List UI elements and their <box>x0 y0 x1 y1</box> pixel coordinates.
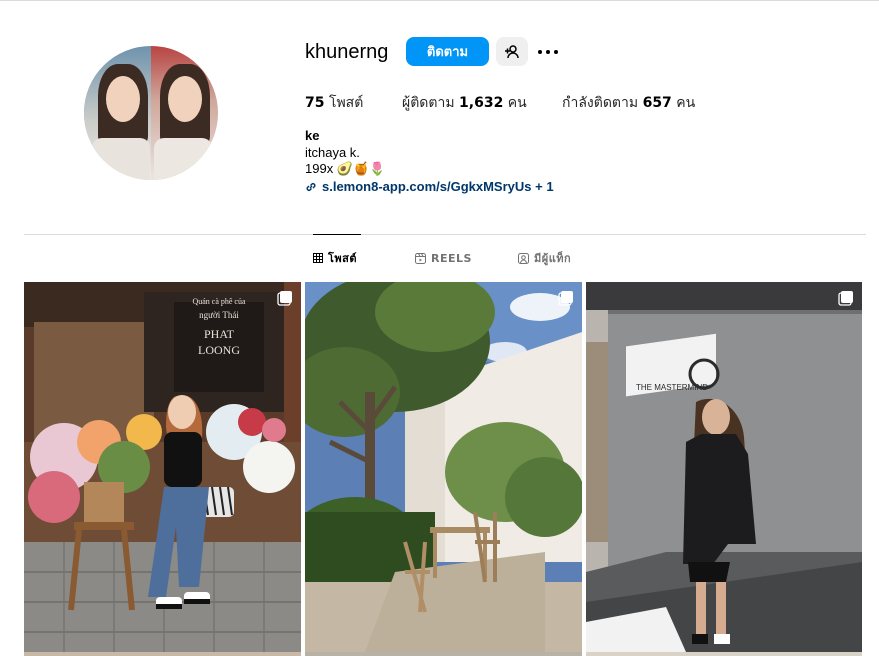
sign-line-3: PHAT <box>204 327 235 341</box>
link-icon <box>306 182 316 191</box>
posts-label: โพสต์ <box>328 95 364 111</box>
post-image-garden <box>305 282 582 652</box>
profile-avatar[interactable] <box>84 46 218 180</box>
tab-tagged[interactable]: มีผู้แท็ก <box>518 250 571 266</box>
following-count: 657 <box>642 95 672 111</box>
following-suffix: คน <box>676 95 696 111</box>
more-options-button[interactable] <box>536 40 560 64</box>
post-tile[interactable] <box>305 282 582 652</box>
grid-icon <box>313 253 323 263</box>
bio-name: ke <box>305 128 320 143</box>
tab-tagged-label: มีผู้แท็ก <box>534 252 572 265</box>
bio-line-2: 199x 🥑🍯🌷 <box>305 161 386 176</box>
profile-bio: ke itchaya k. 199x 🥑🍯🌷 s.lemon8-app.com/… <box>305 128 554 195</box>
sign-line-2: người Thái <box>199 310 239 320</box>
tabs-divider <box>24 234 866 235</box>
following-label: กำลังติดตาม <box>562 95 639 111</box>
sign-line-4: LOONG <box>198 343 240 357</box>
follow-button[interactable]: ติดตาม <box>406 37 489 66</box>
multiple-photos-icon <box>277 291 292 306</box>
tab-reels[interactable]: REELS <box>415 250 472 266</box>
ellipsis-icon <box>538 50 558 54</box>
post-image-flower-shop: Quán cà phê của người Thái PHAT LOONG <box>24 282 301 652</box>
bio-link[interactable]: s.lemon8-app.com/s/GgkxMSryUs + 1 <box>305 179 554 196</box>
multiple-photos-icon <box>838 291 853 306</box>
top-border <box>0 0 879 1</box>
followers-prefix: ผู้ติดตาม <box>402 95 455 111</box>
followers-suffix: คน <box>507 95 527 111</box>
next-row-post[interactable] <box>24 652 301 656</box>
following-stat[interactable]: กำลังติดตาม 657 คน <box>562 92 695 114</box>
tab-posts[interactable]: โพสต์ <box>313 250 357 266</box>
active-tab-indicator <box>313 234 361 235</box>
tab-posts-label: โพสต์ <box>328 252 358 265</box>
posts-stat: 75 โพสต์ <box>305 92 363 114</box>
post-tile[interactable]: Quán cà phê của người Thái PHAT LOONG <box>24 282 301 652</box>
tab-reels-label: REELS <box>431 251 472 265</box>
profile-username: khunerng <box>305 41 389 63</box>
posts-count: 75 <box>305 95 325 111</box>
reels-icon <box>415 252 426 264</box>
tagged-icon <box>518 252 529 264</box>
bio-line-1: itchaya k. <box>305 144 360 160</box>
suggested-accounts-button[interactable] <box>496 37 528 66</box>
add-person-icon <box>505 44 519 58</box>
post-tile[interactable]: THE MASTERMIND <box>586 282 862 652</box>
post-image-building: THE MASTERMIND <box>586 282 862 652</box>
next-row-post[interactable] <box>586 652 862 656</box>
bio-link-text: s.lemon8-app.com/s/GgkxMSryUs + 1 <box>322 178 554 194</box>
followers-stat[interactable]: ผู้ติดตาม 1,632 คน <box>402 92 527 114</box>
next-row-post[interactable] <box>305 652 582 656</box>
sign-line-1: Quán cà phê của <box>192 297 246 306</box>
followers-count: 1,632 <box>459 95 504 111</box>
multiple-photos-icon <box>558 291 573 306</box>
